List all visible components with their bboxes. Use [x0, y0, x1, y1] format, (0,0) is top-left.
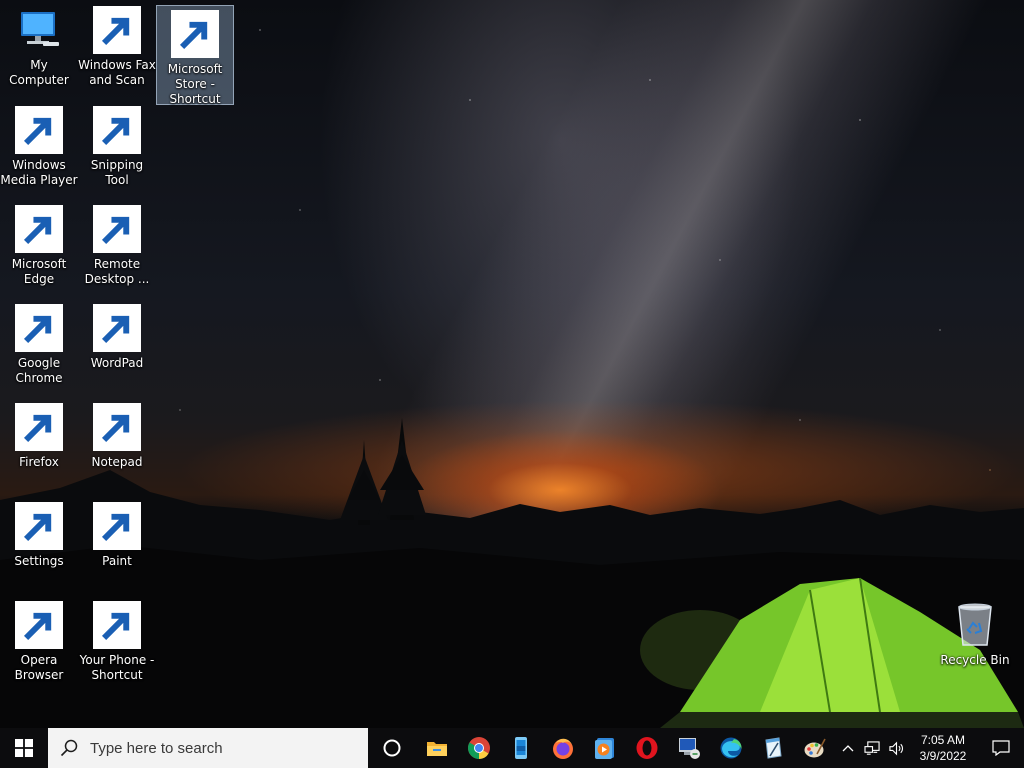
desktop-icon-settings[interactable]: Settings: [0, 498, 78, 598]
taskbar-remote-desktop[interactable]: [668, 728, 710, 768]
taskbar-notepad[interactable]: [752, 728, 794, 768]
show-hidden-icons-button[interactable]: [836, 728, 860, 768]
desktop-icon-remote-desktop[interactable]: Remote Desktop ...: [78, 201, 156, 301]
desktop-icon-label: Your Phone - Shortcut: [79, 653, 155, 682]
chrome-icon: [468, 737, 490, 759]
desktop-icon-label: Firefox: [19, 455, 59, 469]
desktop-icon-label: Windows Media Player: [0, 158, 78, 187]
desktop-icon-windows-fax-and-scan[interactable]: Windows Fax and Scan: [78, 2, 156, 102]
recycle-bin-icon: [958, 603, 992, 646]
desktop-icon-wordpad[interactable]: A WordPad: [78, 300, 156, 400]
taskbar-chrome[interactable]: [458, 728, 500, 768]
action-center-icon: [992, 740, 1010, 756]
taskbar-opera[interactable]: [626, 728, 668, 768]
desktop-icon-google-chrome[interactable]: Google Chrome: [0, 300, 78, 400]
desktop-icon-paint[interactable]: Paint: [78, 498, 156, 598]
edge-icon: [720, 737, 742, 759]
desktop-icon-label: Recycle Bin: [940, 653, 1010, 667]
chevron-up-icon: [842, 745, 854, 752]
desktop-icon-label: My Computer: [9, 58, 69, 87]
network-icon: [863, 740, 880, 755]
desktop-icon-label: Microsoft Edge: [11, 257, 67, 286]
desktop-icon-label: Windows Fax and Scan: [78, 58, 156, 87]
cortana-icon: [383, 739, 401, 757]
desktop-icon-firefox[interactable]: Firefox: [0, 399, 78, 499]
desktop-icon-label: WordPad: [90, 356, 144, 370]
clock[interactable]: 7:05 AM 3/9/2022: [908, 728, 978, 768]
desktop-icon-label: Remote Desktop ...: [84, 257, 150, 286]
desktop-icon-label: Settings: [14, 554, 64, 568]
firefox-icon: [553, 738, 573, 759]
taskbar: 7:05 AM 3/9/2022: [0, 728, 1024, 768]
desktop-icon-microsoft-store[interactable]: Microsoft Store - Shortcut: [156, 5, 234, 106]
search-icon: [60, 739, 78, 757]
search-input[interactable]: [88, 738, 352, 758]
computer-icon: [21, 12, 59, 46]
paint-icon: [804, 738, 826, 758]
start-button[interactable]: [0, 728, 48, 768]
desktop-icon-label: Opera Browser: [14, 653, 64, 682]
volume-button[interactable]: [884, 728, 908, 768]
taskbar-media-player[interactable]: [584, 728, 626, 768]
media-player-icon: [595, 738, 614, 759]
desktop-icon-opera-browser[interactable]: Opera Browser: [0, 597, 78, 697]
desktop-icon-microsoft-edge[interactable]: Microsoft Edge: [0, 201, 78, 301]
your-phone-icon: [515, 737, 527, 759]
desktop-icon-label: Google Chrome: [15, 356, 63, 385]
system-tray: 7:05 AM 3/9/2022: [836, 728, 1024, 768]
taskbar-file-explorer[interactable]: [416, 728, 458, 768]
file-explorer-icon: [427, 742, 447, 756]
notepad-icon: [765, 737, 782, 759]
taskbar-edge[interactable]: [710, 728, 752, 768]
clock-date: 3/9/2022: [919, 749, 967, 763]
desktop[interactable]: My Computer Windows Fax and Scan Microso…: [0, 0, 1024, 728]
remote-desktop-icon: [679, 738, 700, 759]
desktop-icon-recycle-bin[interactable]: Recycle Bin: [936, 597, 1014, 697]
search-box[interactable]: [48, 728, 368, 768]
desktop-icon-label: Snipping Tool: [90, 158, 144, 187]
desktop-icon-label: Microsoft Store - Shortcut: [167, 62, 223, 106]
taskbar-your-phone[interactable]: [500, 728, 542, 768]
action-center-button[interactable]: [978, 728, 1024, 768]
taskbar-paint[interactable]: [794, 728, 836, 768]
network-button[interactable]: [860, 728, 884, 768]
volume-icon: [888, 741, 903, 755]
opera-icon: [636, 737, 658, 759]
taskbar-firefox[interactable]: [542, 728, 584, 768]
desktop-icon-windows-media-player[interactable]: Windows Media Player: [0, 102, 78, 202]
cortana-button[interactable]: [368, 728, 416, 768]
clock-time: 7:05 AM: [920, 733, 966, 747]
windows-logo-icon: [15, 739, 33, 757]
desktop-icon-label: Notepad: [91, 455, 143, 469]
desktop-icon-label: Paint: [102, 554, 132, 568]
desktop-icon-my-computer[interactable]: My Computer: [0, 2, 78, 102]
desktop-icon-snipping-tool[interactable]: Snipping Tool: [78, 102, 156, 202]
desktop-icon-notepad[interactable]: Notepad: [78, 399, 156, 499]
desktop-icon-your-phone[interactable]: Your Phone - Shortcut: [78, 597, 156, 697]
